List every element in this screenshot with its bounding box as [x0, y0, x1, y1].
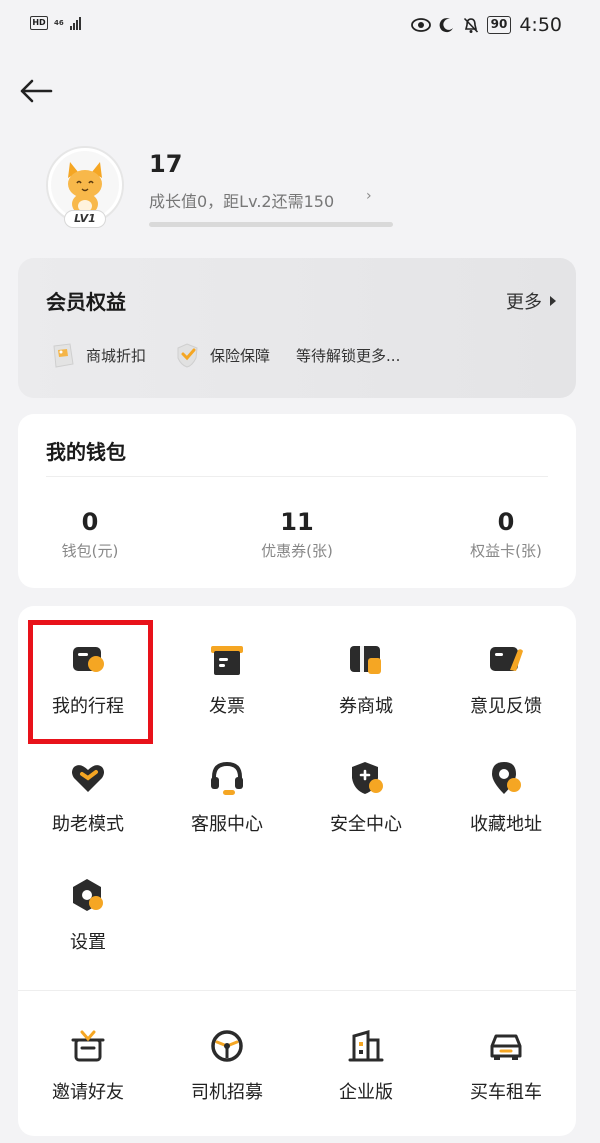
status-bar: HD 46 90 4:50 [0, 0, 600, 56]
feedback-icon [490, 647, 523, 671]
extra-buy-rent-car[interactable]: 买车租车 [436, 1026, 576, 1136]
gear-icon [73, 879, 103, 911]
car-icon [490, 1034, 522, 1060]
coupons-value: 11 [280, 508, 314, 536]
elderly-mode-icon [72, 765, 104, 792]
benefit-insurance[interactable]: 保险保障 [172, 340, 270, 370]
coupons-label: 优惠券(张) [261, 542, 333, 560]
service-label: 设置 [70, 932, 106, 953]
gift-icon [71, 1030, 105, 1062]
divider [46, 476, 548, 477]
service-saved-addresses[interactable]: 收藏地址 [436, 758, 576, 868]
headset-icon [211, 761, 243, 795]
location-pin-icon [492, 762, 521, 794]
service-label: 助老模式 [52, 814, 124, 835]
wallet-coupons[interactable]: 11 优惠券(张) [227, 508, 367, 561]
benefit-store-discount[interactable]: 商城折扣 [48, 340, 146, 370]
benefits-list: 商城折扣 保险保障 等待解锁更多... [48, 340, 426, 370]
extra-driver-recruitment[interactable]: 司机招募 [157, 1026, 297, 1136]
extra-label: 买车租车 [470, 1082, 542, 1103]
growth-progress-bar [149, 222, 393, 227]
signal-icon [69, 16, 81, 30]
wallet-benefit-cards[interactable]: 0 权益卡(张) [436, 508, 576, 561]
extra-label: 司机招募 [191, 1082, 263, 1103]
membership-more-button[interactable]: 更多 [506, 288, 556, 314]
service-customer-center[interactable]: 客服中心 [157, 758, 297, 868]
service-label: 客服中心 [191, 814, 263, 835]
username: 17 [149, 150, 183, 178]
benefit-label: 保险保障 [210, 346, 271, 365]
membership-card[interactable]: 会员权益 更多 商城折扣 保险保障 等待解锁更多... [18, 258, 576, 398]
wallet-balance[interactable]: 0 钱包(元) [20, 508, 160, 561]
service-elderly-mode[interactable]: 助老模式 [18, 758, 158, 868]
coupon-mall-icon [350, 646, 381, 674]
insurance-shield-icon [177, 343, 198, 368]
growth-value-text[interactable]: 成长值0，距Lv.2还需150 [149, 188, 334, 212]
profile-header: LV1 17 成长值0，距Lv.2还需150 › [46, 146, 566, 236]
battery-indicator: 90 [486, 16, 512, 34]
steering-wheel-icon [211, 1030, 243, 1062]
wallet-card: 我的钱包 0 钱包(元) 11 优惠券(张) 0 权益卡(张) [18, 414, 576, 588]
store-discount-icon [53, 343, 74, 368]
triangle-right-icon [550, 296, 556, 306]
extra-label: 邀请好友 [52, 1082, 124, 1103]
wallet-title: 我的钱包 [46, 440, 126, 464]
invoice-icon [211, 646, 243, 675]
wallet-balance-label: 钱包(元) [61, 542, 119, 560]
service-feedback[interactable]: 意见反馈 [436, 640, 576, 750]
service-invoice[interactable]: 发票 [157, 640, 297, 750]
benefit-cards-value: 0 [497, 508, 515, 536]
service-label: 券商城 [339, 696, 393, 717]
back-arrow-icon[interactable] [18, 76, 54, 106]
membership-title: 会员权益 [46, 290, 126, 314]
benefit-label: 商城折扣 [86, 346, 147, 365]
extra-enterprise[interactable]: 企业版 [296, 1026, 436, 1136]
eye-icon [410, 18, 431, 32]
level-badge: LV1 [64, 210, 106, 228]
moon-icon [439, 18, 453, 33]
benefit-locked-more: 等待解锁更多... [296, 345, 400, 366]
hd-icon: HD [30, 16, 48, 30]
highlight-box [28, 620, 153, 744]
more-label: 更多 [506, 292, 542, 313]
shield-plus-icon [352, 762, 383, 794]
network-type: 46 [54, 18, 64, 27]
building-icon [348, 1030, 384, 1062]
divider [18, 990, 576, 991]
service-label: 发票 [209, 696, 245, 717]
benefit-label: 等待解锁更多... [296, 346, 401, 365]
extra-label: 企业版 [339, 1082, 393, 1103]
service-label: 安全中心 [330, 814, 402, 835]
wallet-balance-value: 0 [81, 508, 99, 536]
service-coupon-mall[interactable]: 券商城 [296, 640, 436, 750]
service-settings[interactable]: 设置 [18, 876, 158, 986]
service-label: 意见反馈 [470, 696, 542, 717]
benefit-cards-label: 权益卡(张) [470, 542, 542, 560]
service-label: 收藏地址 [470, 814, 542, 835]
bell-muted-icon [463, 17, 478, 33]
service-safety-center[interactable]: 安全中心 [296, 758, 436, 868]
clock: 4:50 [519, 14, 562, 36]
chevron-right-icon[interactable]: › [366, 188, 372, 204]
extra-invite-friends[interactable]: 邀请好友 [18, 1026, 158, 1136]
